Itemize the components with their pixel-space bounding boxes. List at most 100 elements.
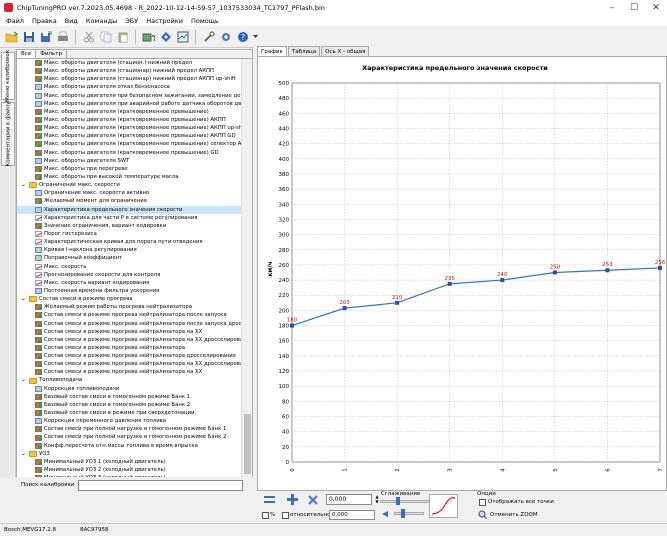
cut-icon[interactable] xyxy=(81,29,96,44)
tree-item[interactable]: Макс. обороты двигателя (стационар) нижн… xyxy=(17,67,242,75)
smoothing-range-slider[interactable] xyxy=(394,512,424,515)
tree-scrollbar[interactable] xyxy=(241,59,252,492)
tree-item[interactable]: Значение ограничения, вариант кодировки xyxy=(17,222,242,230)
tree-item[interactable]: Макс. обороты двигателя SWT xyxy=(17,157,242,165)
data-point[interactable] xyxy=(290,323,294,328)
tree-item[interactable]: Состав смеси в режиме прогрева нейтрализ… xyxy=(17,336,242,344)
tree-item[interactable]: Базовый состав смеси в гомогенном режиме… xyxy=(17,393,242,401)
tree-item[interactable]: Коррекция переменного давления топлива xyxy=(17,417,242,425)
minimize-button[interactable]: – xyxy=(601,0,623,15)
dropdown-arrow-icon[interactable] xyxy=(252,29,258,44)
tree-item[interactable]: Минимальный УОЗ 1 (холодный двигатель) xyxy=(17,458,242,466)
tree-item[interactable]: Базовый состав смеси в гомогенном режиме… xyxy=(17,401,242,409)
tree-item[interactable]: Постоянная времени фильтра ускорения xyxy=(17,287,242,295)
tree-item[interactable]: Макс. обороты двигателя (кратковременное… xyxy=(17,116,242,124)
menu-ecu[interactable]: ЭБУ xyxy=(121,17,142,25)
tree-item[interactable]: Минимальный УОЗ 2 (холодный двигатель) xyxy=(17,466,242,474)
relative-checkbox[interactable] xyxy=(282,512,289,519)
show-all-points-checkbox[interactable] xyxy=(479,499,486,506)
smoothing-slider-thumb[interactable] xyxy=(396,497,400,505)
compare-icon[interactable] xyxy=(175,29,190,44)
data-point[interactable] xyxy=(552,270,557,275)
tree-item[interactable]: Состав смеси в режиме прогрева нейтрализ… xyxy=(17,328,242,336)
tree-item[interactable]: Кривая I-наклона регулирования xyxy=(17,246,242,254)
smoothing-range-thumb[interactable] xyxy=(401,509,405,518)
tree-item[interactable]: Макс. обороты двигателя (кратковременное… xyxy=(17,132,242,140)
open-folder-icon[interactable] xyxy=(4,29,19,44)
tools-icon[interactable] xyxy=(201,29,216,44)
tab-calibration-menu[interactable]: Меню калибровок xyxy=(1,50,15,102)
print-icon[interactable] xyxy=(55,29,70,44)
tree-item[interactable]: Макс. обороты двигателя (кратковременное… xyxy=(17,149,242,157)
tree-item[interactable]: Конфф.пересчета отн.массы топлива в врем… xyxy=(17,442,242,450)
menu-edit[interactable]: Правка xyxy=(28,17,61,25)
tree-item[interactable]: Состав смеси при полной нагрузке в гомог… xyxy=(17,425,242,433)
equals-button[interactable] xyxy=(261,493,277,506)
tree-item[interactable]: Состав смеси в режиме прогрева нейтрализ… xyxy=(17,368,242,376)
tab-all[interactable]: Все xyxy=(17,50,37,58)
tree-item[interactable]: Состав смеси в режиме прогрева нейтрализ… xyxy=(17,311,242,319)
expand-chevron-icon[interactable]: ⌄ xyxy=(21,450,27,458)
close-button[interactable]: ✕ xyxy=(645,0,667,15)
tree-item[interactable]: Прогнозирование скорости для контроля xyxy=(17,271,242,279)
tree-item[interactable]: Состав смеси в режиме прогрева нейтрализ… xyxy=(17,360,242,368)
data-point[interactable] xyxy=(395,300,400,305)
menu-settings[interactable]: Настройки xyxy=(142,17,187,25)
tree-scrollbar-thumb[interactable] xyxy=(244,414,251,474)
tree-item[interactable]: Желаемый момент для ограничения xyxy=(17,197,242,205)
tree-item[interactable]: Коррекция топливоподачи xyxy=(17,385,242,393)
percent-checkbox[interactable] xyxy=(262,512,269,519)
tree-item[interactable]: Характеристическая кривая для порога пут… xyxy=(17,238,242,246)
menu-help[interactable]: Помощь xyxy=(187,17,223,25)
tree-item[interactable]: Желаемый режим работы прогрева нейтрализ… xyxy=(17,303,242,311)
tree-item[interactable]: Поправочный коэффициент xyxy=(17,254,242,262)
tree-item[interactable]: Макс. обороты двигателя (кратковременное… xyxy=(17,140,242,148)
tree-item[interactable]: Макс. обороты двигателя при безопасном з… xyxy=(17,92,242,100)
value-input[interactable]: 0,000 xyxy=(326,494,372,505)
smoothing-slider[interactable] xyxy=(380,500,432,503)
expand-chevron-icon[interactable]: ⌄ xyxy=(21,181,27,189)
paste-icon[interactable] xyxy=(115,29,130,44)
expand-chevron-icon[interactable]: ⌄ xyxy=(21,376,27,384)
save-as-icon[interactable] xyxy=(38,29,53,44)
tree-item[interactable]: Порог гистерезиса xyxy=(17,230,242,238)
settings-icon[interactable] xyxy=(218,29,233,44)
tree-item[interactable]: Макс. обороты при высокой температуре ма… xyxy=(17,173,242,181)
data-point[interactable] xyxy=(605,268,610,273)
copy-icon[interactable] xyxy=(98,29,113,44)
tree-item[interactable]: Макс. обороты двигателя (стацион.) нижни… xyxy=(17,59,242,67)
data-point[interactable] xyxy=(447,281,452,286)
tree-item[interactable]: Состав смеси в режиме прогрева нейтрализ… xyxy=(17,352,242,360)
tree-item[interactable]: Макс. обороты двигателя отказ бензонасос… xyxy=(17,83,242,91)
smoothing-minus-button[interactable] xyxy=(380,510,390,518)
tree-item[interactable]: Макс. скорость вариант кодирования xyxy=(17,279,242,287)
ecu-tools-icon[interactable] xyxy=(141,29,156,44)
menu-commands[interactable]: Команды xyxy=(82,17,121,25)
tab-filter[interactable]: Фильтр xyxy=(36,50,67,58)
menu-view[interactable]: Вид xyxy=(61,17,82,25)
cancel-zoom-button[interactable]: Отменить ZOOM xyxy=(478,509,548,520)
tree-item[interactable]: Макс. обороты при перегреве xyxy=(17,165,242,173)
tree-item[interactable]: Состав смеси в режиме прогрева нейтрализ… xyxy=(17,320,242,328)
data-point[interactable] xyxy=(658,265,662,270)
menu-file[interactable]: Файл xyxy=(2,17,28,25)
tree-item[interactable]: Базовый состав смеси в режиме при сверхд… xyxy=(17,409,242,417)
tab-x-axis-common[interactable]: Ось X - общая xyxy=(321,46,370,56)
maximize-button[interactable]: ☐ xyxy=(623,0,645,15)
multiply-button[interactable] xyxy=(305,493,321,506)
expand-chevron-icon[interactable]: ⌄ xyxy=(21,295,27,303)
tree-folder[interactable]: ⌄ Ограничение макс. скорости xyxy=(17,181,242,189)
tree-item[interactable]: Ограничение макс. скорости активно xyxy=(17,189,242,197)
tree-item[interactable]: Состав смеси в режиме прогрева нейтрализ… xyxy=(17,344,242,352)
help-icon[interactable]: ? xyxy=(235,29,250,44)
tab-graph[interactable]: График xyxy=(257,46,287,56)
data-point[interactable] xyxy=(342,306,347,311)
tree-item[interactable]: Характеристика для части P в системе рег… xyxy=(17,214,242,222)
tree-item[interactable]: Макс. обороты двигателя (стационар) нижн… xyxy=(17,75,242,83)
tree-item[interactable]: Характеристика предельного значения скор… xyxy=(17,205,242,214)
relative-value-input[interactable]: 0,000 xyxy=(329,510,375,520)
tree-item[interactable]: Макс. скорость xyxy=(17,263,242,271)
tab-table[interactable]: Таблица xyxy=(287,46,321,56)
add-button[interactable] xyxy=(284,493,300,506)
tab-file-comments[interactable]: Комментарии к файлу xyxy=(1,102,15,167)
